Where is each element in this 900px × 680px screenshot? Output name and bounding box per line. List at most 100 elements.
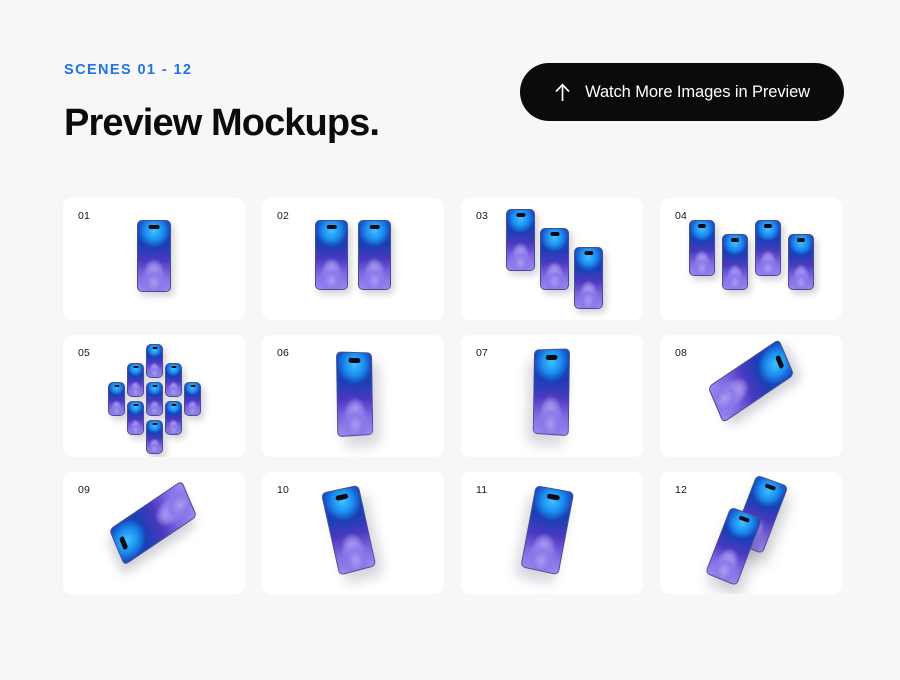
phone-screen — [185, 383, 200, 415]
phone-notch — [113, 384, 120, 388]
phone-screen — [147, 345, 162, 377]
scene-number-label: 03 — [476, 210, 489, 222]
scene-card-11[interactable]: 11 — [461, 472, 643, 594]
scene-number-label: 08 — [675, 347, 688, 359]
phone-screen — [708, 340, 794, 422]
phone-notch — [545, 354, 558, 361]
phone-screen — [789, 235, 813, 289]
phone-screen — [723, 235, 747, 289]
phone-mockup — [127, 401, 144, 435]
phone-screen — [110, 481, 196, 565]
phone-mockup — [320, 484, 377, 576]
phone-screen — [756, 221, 780, 275]
scene-card-08[interactable]: 08 — [660, 335, 842, 457]
scene-card-06[interactable]: 06 — [262, 335, 444, 457]
scene-preview-03 — [461, 198, 643, 320]
phone-notch — [335, 493, 349, 501]
page-header: SCENES 01 - 12 Preview Mockups. Watch Mo… — [64, 55, 844, 155]
phone-notch — [697, 224, 707, 228]
phone-notch — [583, 251, 594, 256]
phone-mockup — [146, 420, 163, 454]
phone-notch — [132, 403, 139, 407]
phone-screen — [109, 383, 124, 415]
scene-preview-02 — [262, 198, 444, 320]
phone-notch — [189, 384, 196, 388]
scene-card-02[interactable]: 02 — [262, 198, 444, 320]
phone-mockup — [127, 363, 144, 397]
scene-card-05[interactable]: 05 — [63, 335, 245, 457]
phone-screen — [575, 248, 602, 308]
phone-screen — [541, 229, 568, 289]
scene-card-01[interactable]: 01 — [63, 198, 245, 320]
scene-card-07[interactable]: 07 — [461, 335, 643, 457]
phone-screen — [166, 364, 181, 396]
scene-preview-11 — [461, 472, 643, 594]
phone-screen — [147, 383, 162, 415]
scene-preview-12 — [660, 472, 842, 594]
phone-notch — [515, 213, 526, 218]
phone-notch — [170, 403, 177, 407]
phone-notch — [151, 346, 158, 350]
phone-mockup — [574, 247, 603, 309]
phone-screen — [147, 421, 162, 453]
phone-screen — [690, 221, 714, 275]
watch-more-images-button[interactable]: Watch More Images in Preview — [520, 63, 844, 121]
scene-card-12[interactable]: 12 — [660, 472, 842, 594]
phone-notch — [148, 224, 160, 230]
scene-number-label: 07 — [476, 347, 489, 359]
scene-number-label: 11 — [476, 484, 488, 496]
phone-notch — [763, 483, 776, 492]
phone-notch — [549, 232, 560, 237]
phone-mockup — [722, 234, 748, 290]
scene-number-label: 02 — [277, 210, 290, 222]
scene-preview-09 — [63, 472, 245, 594]
phone-notch — [369, 224, 380, 230]
phone-mockup — [108, 480, 198, 566]
phone-mockup — [755, 220, 781, 276]
phone-notch — [151, 384, 158, 388]
watch-more-images-label: Watch More Images in Preview — [585, 82, 810, 101]
phone-notch — [546, 493, 560, 501]
scene-card-10[interactable]: 10 — [262, 472, 444, 594]
phone-notch — [348, 357, 361, 363]
scene-number-label: 04 — [675, 210, 688, 222]
arrow-up-icon — [555, 82, 570, 101]
phone-notch — [737, 515, 750, 524]
scene-preview-01 — [63, 198, 245, 320]
scene-number-label: 05 — [78, 347, 91, 359]
scene-card-09[interactable]: 09 — [63, 472, 245, 594]
scene-preview-05 — [63, 335, 245, 457]
scene-card-04[interactable]: 04 — [660, 198, 842, 320]
phone-mockup — [358, 220, 391, 290]
phone-notch — [326, 224, 337, 230]
phone-notch — [763, 224, 773, 228]
scene-preview-07 — [461, 335, 643, 457]
phone-mockup — [520, 485, 575, 576]
scene-number-label: 06 — [277, 347, 290, 359]
phone-mockup — [506, 209, 535, 271]
phone-mockup — [532, 348, 571, 437]
phone-mockup — [788, 234, 814, 290]
phone-screen — [507, 210, 534, 270]
phone-mockup — [165, 363, 182, 397]
scene-number-label: 09 — [78, 484, 91, 496]
phone-mockup — [108, 382, 125, 416]
phone-screen — [322, 486, 376, 575]
phone-mockup — [540, 228, 569, 290]
phone-notch — [796, 238, 806, 242]
phone-screen — [138, 221, 170, 291]
phone-screen — [128, 402, 143, 434]
scene-preview-06 — [262, 335, 444, 457]
scene-card-03[interactable]: 03 — [461, 198, 643, 320]
phone-notch — [118, 535, 129, 551]
phone-notch — [170, 365, 177, 369]
scene-preview-08 — [660, 335, 842, 457]
phone-mockup — [146, 382, 163, 416]
scene-preview-04 — [660, 198, 842, 320]
phone-mockup — [335, 351, 374, 438]
scene-preview-10 — [262, 472, 444, 594]
phone-mockup — [184, 382, 201, 416]
mockup-scene-grid: 01 02 03 04 05 06 07 08 09 10 11 12 — [63, 198, 842, 594]
phone-screen — [316, 221, 347, 289]
phone-notch — [774, 354, 785, 370]
